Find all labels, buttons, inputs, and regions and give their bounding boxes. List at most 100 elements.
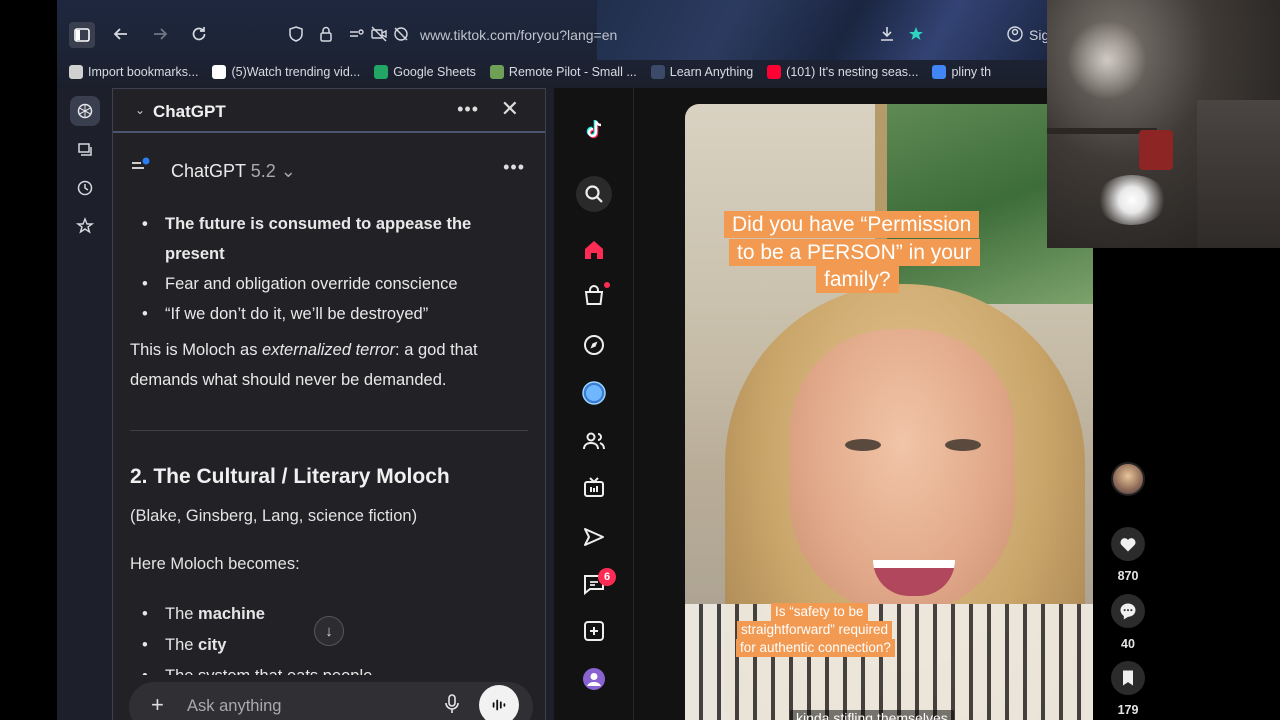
- downloads-button[interactable]: [875, 22, 899, 46]
- panel-header: ⌄ ChatGPT ••• ✕: [113, 89, 545, 133]
- list-item-bold: city: [198, 636, 227, 654]
- account-button[interactable]: [1003, 22, 1027, 46]
- caption-top: Did you have “Permission to be a PERSON” …: [715, 211, 998, 294]
- bookmark-label: Learn Anything: [669, 65, 754, 79]
- plus-square-icon: [584, 621, 604, 641]
- caption-line: straightforward” required: [737, 621, 893, 639]
- divider: [130, 430, 528, 431]
- menu-icon[interactable]: [131, 157, 151, 173]
- send-icon: [584, 528, 604, 546]
- clock-icon: [77, 180, 93, 196]
- tiktok-explore-button[interactable]: [576, 327, 612, 363]
- bookmarks-sidebar-button[interactable]: [70, 211, 100, 241]
- scroll-down-button[interactable]: ↓: [314, 616, 344, 646]
- google-icon: [932, 65, 947, 79]
- like-button[interactable]: [1111, 527, 1145, 561]
- permissions-button[interactable]: [345, 22, 369, 46]
- caption-line: Is “safety to be: [771, 603, 868, 621]
- bookmark-item[interactable]: (101) It's nesting seas...: [767, 62, 918, 82]
- tiktok-profile-button[interactable]: [576, 661, 612, 697]
- bookmark-label: (101) It's nesting seas...: [786, 65, 919, 79]
- tabs-sidebar-button[interactable]: [70, 135, 100, 165]
- tracking-protection-button[interactable]: [284, 22, 308, 46]
- lock-icon: [320, 26, 332, 42]
- sheets-icon: [374, 65, 389, 79]
- compass-icon: [584, 335, 604, 355]
- arrow-left-icon: [113, 28, 127, 40]
- autoplay-blocked-button[interactable]: [389, 22, 413, 46]
- tiktok-upload-button[interactable]: [576, 613, 612, 649]
- forward-button[interactable]: [148, 22, 172, 46]
- tiktok-logo[interactable]: [576, 112, 612, 148]
- chevron-down-icon[interactable]: ⌄: [135, 103, 145, 117]
- list-item-text: The system that eats people: [165, 667, 372, 675]
- bullet-list: The future is consumed to appease the pr…: [130, 209, 530, 329]
- shopping-bag-icon: [584, 285, 604, 305]
- bookmark-item[interactable]: Google Sheets: [374, 62, 476, 82]
- video-person-eye: [945, 439, 981, 451]
- bookmark-label: Google Sheets: [393, 65, 476, 79]
- more-options-button[interactable]: •••: [457, 99, 479, 120]
- bookmark-item[interactable]: pliny th: [932, 62, 991, 82]
- permissions-icon: [350, 29, 364, 37]
- back-button[interactable]: [109, 22, 133, 46]
- caption-line: Did you have “Permission: [724, 211, 980, 238]
- site-security-button[interactable]: [314, 22, 338, 46]
- voice-mode-button[interactable]: [479, 685, 519, 720]
- history-sidebar-button[interactable]: [70, 173, 100, 203]
- reload-icon: [192, 27, 206, 41]
- tiktok-live-tv-button[interactable]: [576, 470, 612, 506]
- tiktok-home-button[interactable]: [576, 232, 612, 268]
- paragraph-italic: externalized terror: [262, 341, 396, 359]
- synced-tabs-icon: [78, 143, 92, 156]
- reload-button[interactable]: [187, 22, 211, 46]
- tiktok-logo-icon: [586, 120, 602, 139]
- arrow-right-icon: [154, 28, 168, 40]
- bookmark-item[interactable]: Learn Anything: [650, 62, 754, 82]
- list-item: The future is consumed to appease the pr…: [130, 209, 530, 269]
- comment-button[interactable]: [1111, 594, 1145, 628]
- list-item-text: The: [165, 636, 199, 654]
- bookmarks-bar: Import bookmarks... (5)Watch trending vid…: [69, 62, 1005, 82]
- tiktok-following-button[interactable]: [576, 423, 612, 459]
- media-blocked-button[interactable]: [367, 22, 391, 46]
- list-item: “If we don’t do it, we’ll be destroyed”: [130, 299, 530, 329]
- comment-icon: [1120, 603, 1136, 620]
- address-bar[interactable]: www.tiktok.com/foryou?lang=en: [420, 27, 617, 43]
- bookmark-item[interactable]: Import bookmarks...: [69, 62, 198, 82]
- chat-input[interactable]: Ask anything: [187, 697, 281, 716]
- tiktok-live-button[interactable]: [576, 375, 612, 411]
- tiktok-search-button[interactable]: [576, 176, 612, 212]
- account-label[interactable]: Sig: [1029, 27, 1047, 43]
- account-icon: [1007, 26, 1023, 42]
- people-icon: [583, 432, 605, 450]
- learn-icon: [650, 65, 665, 79]
- tiktok-nav: 6: [554, 88, 634, 720]
- autoplay-blocked-icon: [394, 27, 408, 41]
- panel-title[interactable]: ChatGPT: [153, 102, 226, 122]
- close-panel-button[interactable]: ✕: [501, 98, 519, 120]
- heart-icon: [1120, 538, 1136, 552]
- like-count: 870: [1117, 569, 1139, 583]
- webcam-cabinet: [1197, 100, 1280, 248]
- bookmark-item[interactable]: Remote Pilot - Small ...: [489, 62, 637, 82]
- bookmark-label: pliny th: [951, 65, 992, 79]
- model-selector[interactable]: ChatGPT 5.2 ⌄: [171, 161, 296, 182]
- chatgpt-sidebar-button[interactable]: [70, 96, 100, 126]
- webcam-overlay: [1047, 0, 1280, 248]
- arrow-down-icon: ↓: [325, 622, 333, 640]
- add-attachment-button[interactable]: +: [151, 692, 164, 718]
- sidebar-toggle-button[interactable]: [69, 22, 95, 48]
- extension-button[interactable]: [904, 22, 928, 46]
- bookmark-label: Import bookmarks...: [88, 65, 199, 79]
- paragraph-text: This is Moloch as: [130, 341, 263, 359]
- microphone-icon[interactable]: [443, 693, 461, 715]
- chat-options-button[interactable]: •••: [503, 157, 525, 178]
- save-button[interactable]: [1111, 661, 1145, 695]
- home-icon: [585, 241, 603, 259]
- chatgpt-icon: [77, 103, 93, 119]
- creator-avatar[interactable]: [1111, 462, 1145, 496]
- bookmark-item[interactable]: (5)Watch trending vid...: [212, 62, 360, 82]
- tiktok-messages-button[interactable]: [576, 519, 612, 555]
- live-avatar-icon: [582, 381, 606, 405]
